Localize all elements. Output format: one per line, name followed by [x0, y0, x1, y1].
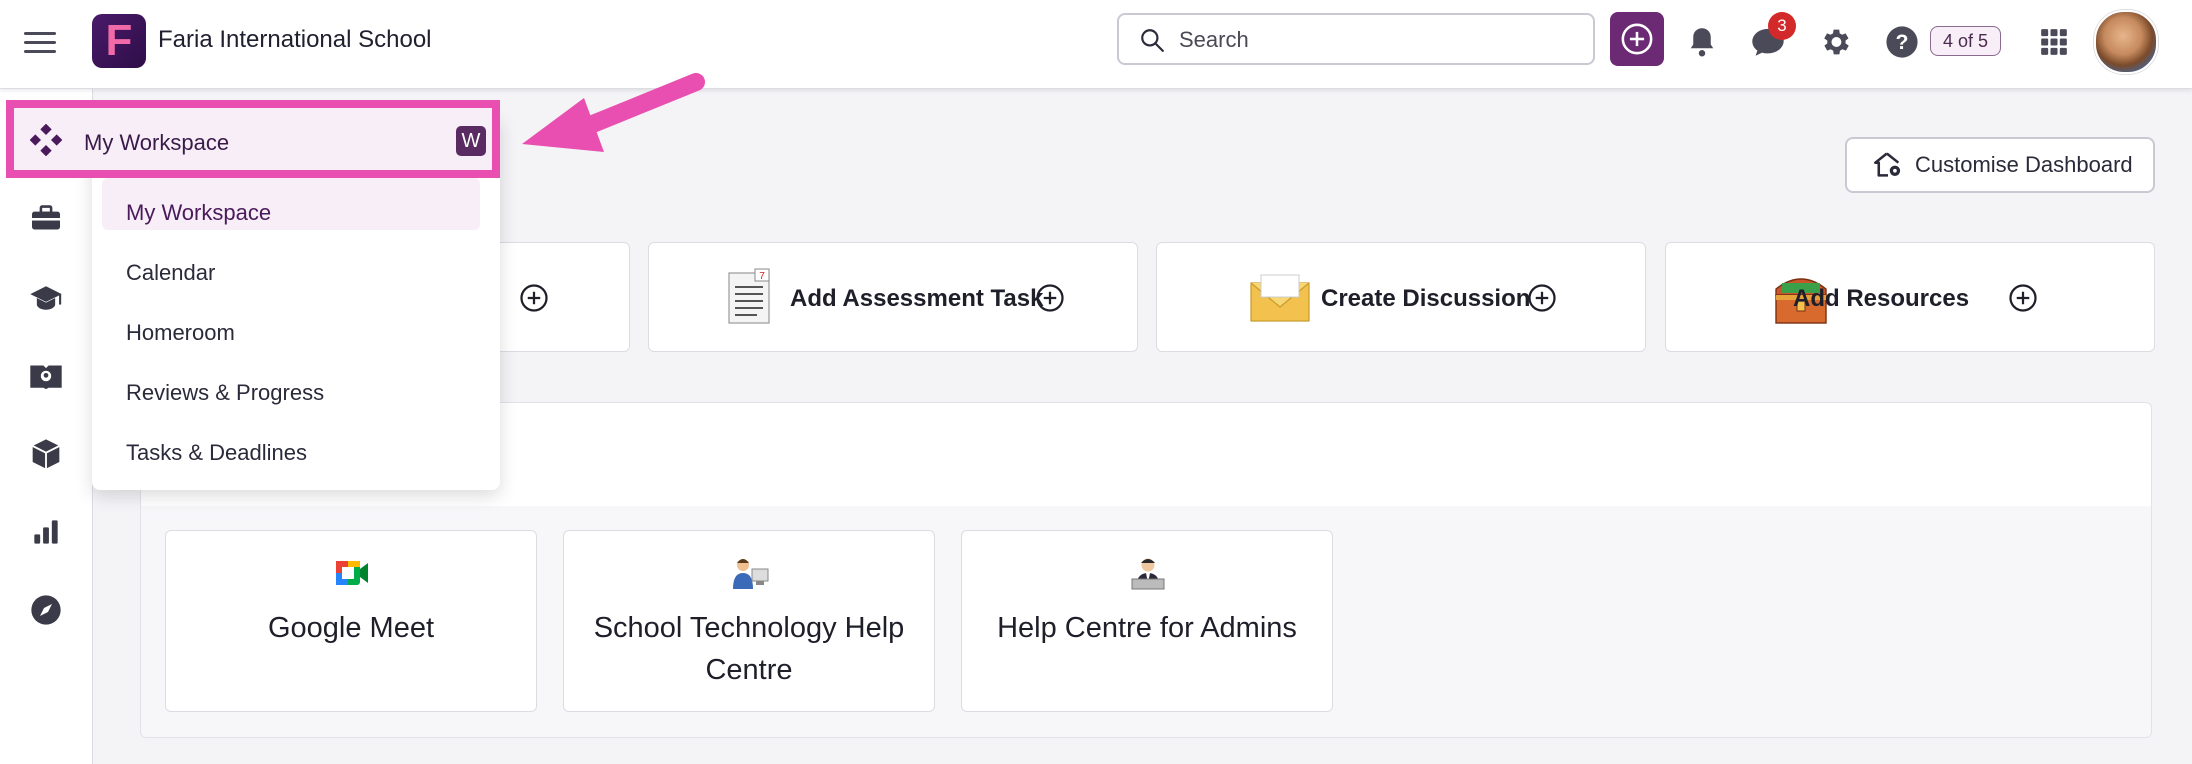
- bell-icon[interactable]: [1682, 20, 1722, 64]
- top-bar: F Faria International School 3 ? 4 of 5: [0, 0, 2192, 89]
- link-card-title: School Technology Help Centre: [593, 612, 905, 686]
- add-assessment-task-card[interactable]: 7 Add Assessment Task: [648, 242, 1138, 352]
- plus-circle-icon: [1528, 284, 1556, 312]
- gear-icon[interactable]: [1815, 20, 1855, 64]
- search-box[interactable]: [1117, 13, 1595, 65]
- shortcut-key-badge: W: [456, 126, 486, 156]
- apps-grid-icon[interactable]: [2034, 20, 2074, 64]
- link-card-help-centre-admins[interactable]: Help Centre for Admins: [961, 530, 1333, 712]
- quick-action-label: Add Resources: [1793, 285, 1970, 312]
- link-card-google-meet[interactable]: Google Meet: [165, 530, 537, 712]
- link-card-title: Google Meet: [267, 612, 435, 644]
- link-card-school-tech-help[interactable]: School Technology Help Centre: [563, 530, 935, 712]
- menu-item-calendar[interactable]: Calendar: [126, 260, 215, 286]
- menu-item-tasks-deadlines[interactable]: Tasks & Deadlines: [126, 440, 307, 466]
- plus-circle-icon: [2009, 284, 2037, 312]
- helpdesk-person-icon: [733, 559, 769, 589]
- left-rail: [0, 88, 93, 764]
- google-meet-icon: [336, 561, 368, 585]
- progress-pill[interactable]: 4 of 5: [1930, 26, 2002, 56]
- menu-item-my-workspace[interactable]: My Workspace: [126, 200, 271, 226]
- link-card-title: Help Centre for Admins: [997, 612, 1297, 644]
- menu-item-homeroom[interactable]: Homeroom: [126, 320, 235, 346]
- customise-dashboard-button[interactable]: Customise Dashboard: [1845, 137, 2155, 193]
- book-map-icon[interactable]: [26, 356, 66, 396]
- hamburger-menu-icon[interactable]: [24, 26, 56, 62]
- svg-text:?: ?: [1896, 30, 1909, 54]
- logo-letter: F: [105, 16, 133, 65]
- school-name[interactable]: Faria International School: [158, 26, 432, 54]
- plus-circle-icon: [520, 284, 548, 312]
- school-logo[interactable]: F: [92, 14, 146, 68]
- customise-dashboard-label: Customise Dashboard: [1915, 152, 2133, 177]
- cube-icon[interactable]: [26, 434, 66, 474]
- add-button[interactable]: [1610, 12, 1664, 66]
- search-input[interactable]: [1177, 25, 1581, 55]
- workspace-switcher-label: My Workspace: [84, 130, 230, 155]
- compass-icon[interactable]: [26, 590, 66, 630]
- create-discussion-card[interactable]: Create Discussion: [1156, 242, 1646, 352]
- annotation-arrow-icon: [522, 73, 705, 152]
- search-icon: [1141, 29, 1164, 52]
- svg-text:7: 7: [759, 271, 765, 282]
- workspace-diamond-icon: [30, 124, 62, 156]
- assessment-icon: 7: [728, 268, 770, 324]
- bar-chart-icon[interactable]: [26, 512, 66, 552]
- plus-circle-icon: [1621, 23, 1653, 55]
- help-icon[interactable]: ?: [1882, 20, 1922, 64]
- plus-circle-icon: [1036, 284, 1064, 312]
- menu-item-reviews-progress[interactable]: Reviews & Progress: [126, 380, 324, 406]
- admin-person-icon: [1131, 558, 1165, 590]
- quick-action-label: Add Assessment Task: [790, 285, 1044, 312]
- user-avatar[interactable]: [2094, 10, 2158, 74]
- workspace-switcher[interactable]: My Workspace W: [6, 100, 500, 178]
- briefcase-icon[interactable]: [26, 198, 66, 238]
- envelope-icon: [1250, 274, 1310, 322]
- quick-action-label: Create Discussion: [1321, 285, 1531, 312]
- notification-badge: 3: [1768, 12, 1796, 40]
- graduation-cap-icon[interactable]: [26, 278, 66, 318]
- add-resources-card[interactable]: Add Resources: [1665, 242, 2155, 352]
- home-gear-icon: [1874, 152, 1901, 177]
